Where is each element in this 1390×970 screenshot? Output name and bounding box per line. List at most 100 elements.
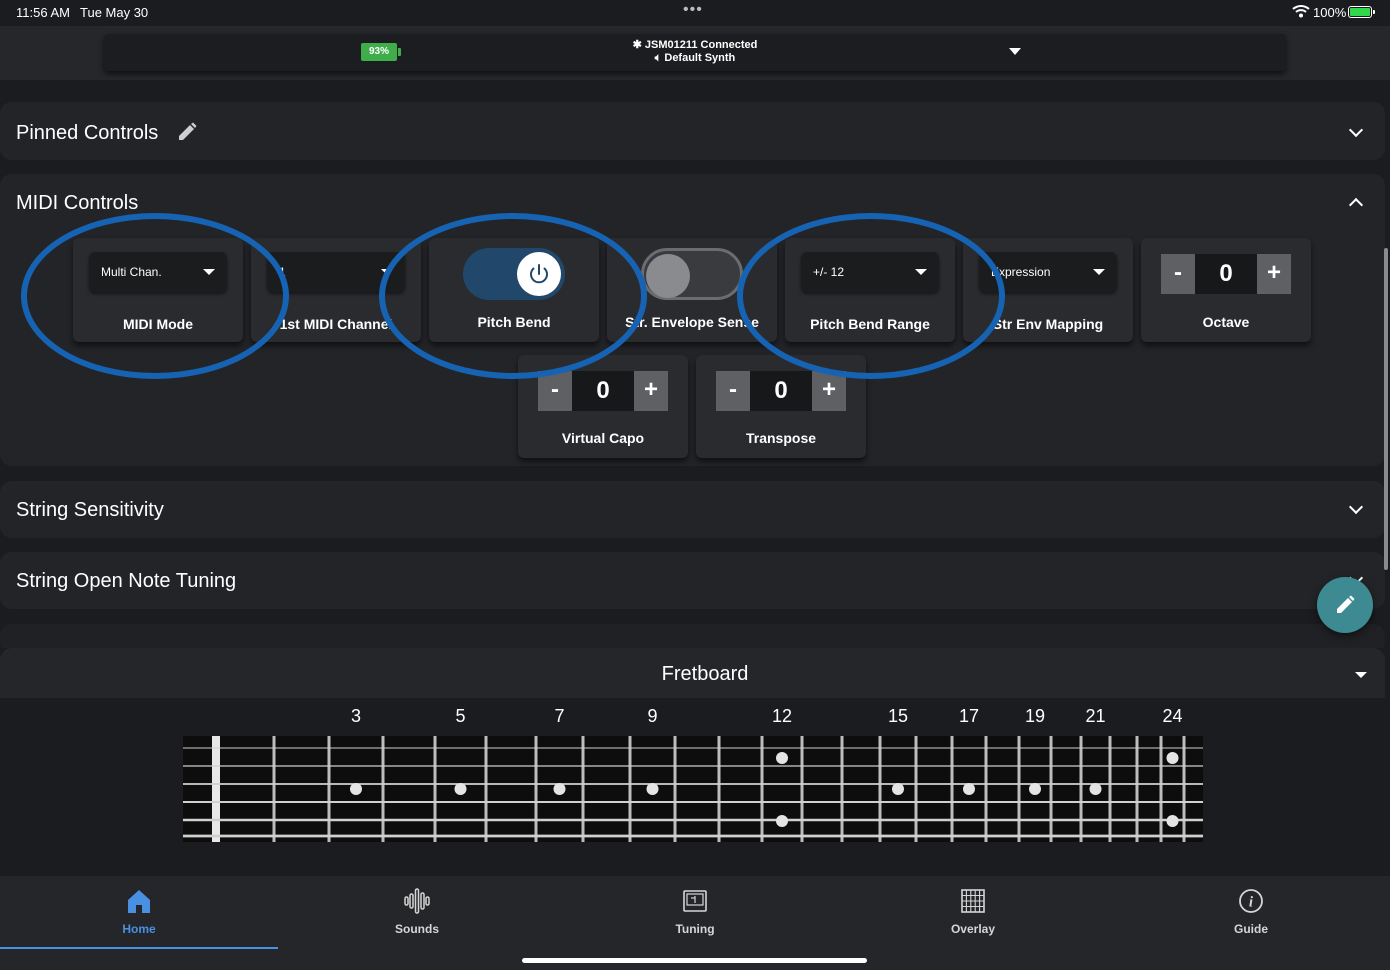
pinned-controls-section[interactable]: Pinned Controls: [0, 102, 1385, 160]
transpose-plus-button[interactable]: +: [812, 371, 846, 411]
chevron-up-icon[interactable]: [1348, 197, 1364, 213]
first-midi-channel-label: 1st MIDI Channel: [279, 316, 393, 332]
fret-marker-dot: [646, 783, 659, 795]
caret-down-icon[interactable]: [1009, 48, 1021, 55]
fret-marker-dot: [1166, 752, 1179, 764]
edit-fab-button[interactable]: [1317, 577, 1373, 633]
fret-marker-dot: [553, 783, 566, 795]
fretboard-panel: Fretboard 3 5 7 9 12 15 17 19 21 24: [0, 648, 1385, 876]
fret-marker-dot: [454, 783, 467, 795]
info-icon: i: [1239, 889, 1263, 913]
envelope-sense-card: Str. Envelope Sense: [607, 238, 777, 342]
virtual-capo-minus-button[interactable]: -: [538, 371, 572, 411]
pencil-icon: [1337, 595, 1355, 613]
battery-icon: [1348, 6, 1375, 18]
open-note-tuning-section[interactable]: String Open Note Tuning: [0, 552, 1385, 609]
pitch-bend-range-card: +/- 12 Pitch Bend Range: [785, 238, 955, 342]
fret-marker-dot: [1166, 815, 1179, 827]
grid-icon: [961, 889, 985, 913]
envelope-sense-label: Str. Envelope Sense: [625, 314, 759, 330]
virtual-capo-stepper: - 0 +: [538, 371, 668, 411]
status-time: 11:56 AM: [16, 5, 70, 20]
chevron-down-icon[interactable]: [1348, 499, 1364, 515]
fret-number-label: 12: [772, 706, 792, 726]
str-env-mapping-label: Str Env Mapping: [992, 316, 1104, 332]
synth-name: 🔈︎ Default Synth: [654, 52, 736, 64]
fret-wire: [1079, 736, 1083, 842]
transpose-minus-button[interactable]: -: [716, 371, 750, 411]
nav-tuning[interactable]: Tuning: [556, 876, 834, 950]
nav-sounds[interactable]: Sounds: [278, 876, 556, 950]
nav-home[interactable]: Home: [0, 876, 278, 950]
fret-wire: [327, 736, 331, 842]
fretboard[interactable]: 3 5 7 9 12 15 17 19 21 24: [0, 698, 1385, 876]
fret-number-label: 5: [455, 706, 465, 726]
fretboard-header[interactable]: Fretboard: [0, 648, 1385, 698]
envelope-sense-toggle[interactable]: [641, 248, 743, 300]
fret-marker-dot: [350, 783, 362, 795]
multitask-dots-icon[interactable]: •••: [683, 1, 703, 19]
bottom-nav: Home Sounds Tuning Overlay i Guide: [0, 876, 1390, 970]
fret-wire: [484, 736, 488, 842]
octave-value: 0: [1195, 254, 1257, 294]
first-midi-channel-dropdown[interactable]: 1: [267, 252, 405, 292]
pitch-bend-range-label: Pitch Bend Range: [810, 316, 930, 332]
bluetooth-icon: ✱: [632, 39, 642, 51]
fret-marker-dot: [1089, 783, 1102, 795]
caret-down-icon: [1093, 269, 1105, 275]
fretboard-title: Fretboard: [661, 663, 749, 685]
virtual-capo-label: Virtual Capo: [561, 430, 645, 446]
fret-wire: [1017, 736, 1021, 842]
fret-wire: [984, 736, 988, 842]
fret-wire: [760, 736, 764, 842]
string-sensitivity-section[interactable]: String Sensitivity: [0, 481, 1385, 538]
fret-number-label: 24: [1162, 706, 1182, 726]
caret-down-icon[interactable]: [1355, 672, 1367, 678]
pencil-icon[interactable]: [177, 122, 197, 142]
fret-marker-dot: [963, 783, 975, 795]
octave-card: - 0 + Octave: [1141, 238, 1311, 342]
virtual-capo-plus-button[interactable]: +: [634, 371, 668, 411]
section-title: String Sensitivity: [16, 499, 164, 521]
wifi-icon: [1292, 5, 1310, 18]
pitch-bend-label: Pitch Bend: [477, 314, 551, 330]
chevron-down-icon[interactable]: [1348, 122, 1364, 138]
fret-wire: [950, 736, 954, 842]
speaker-icon: 🔈︎: [654, 52, 662, 64]
str-env-mapping-dropdown[interactable]: Expression: [979, 252, 1117, 292]
section-title: Pinned Controls: [16, 122, 159, 144]
fret-wire: [1182, 736, 1186, 842]
nav-guide[interactable]: i Guide: [1112, 876, 1390, 950]
first-midi-channel-card: 1 1st MIDI Channel: [251, 238, 421, 342]
octave-minus-button[interactable]: -: [1161, 254, 1195, 294]
midi-mode-dropdown[interactable]: Multi Chan.: [89, 252, 227, 292]
pitch-bend-range-dropdown[interactable]: +/- 12: [801, 252, 939, 292]
octave-plus-button[interactable]: +: [1257, 254, 1291, 294]
fret-wire: [800, 736, 804, 842]
scrollbar[interactable]: [1384, 248, 1388, 570]
active-tab-indicator: [0, 947, 278, 949]
home-indicator[interactable]: [522, 958, 867, 963]
fret-wire: [381, 736, 385, 842]
fret-wire: [1159, 736, 1163, 842]
fret-wire: [581, 736, 585, 842]
status-battery-percent: 100%: [1313, 5, 1347, 20]
device-selector[interactable]: 93% ✱ JSM01211 Connected 🔈︎ Default Synt…: [104, 34, 1286, 71]
app-header: 93% ✱ JSM01211 Connected 🔈︎ Default Synt…: [0, 26, 1390, 80]
transpose-card: - 0 + Transpose: [696, 355, 866, 458]
pitch-bend-toggle[interactable]: [463, 248, 565, 300]
fret-wire: [673, 736, 677, 842]
fret-wire: [717, 736, 721, 842]
fret-wire: [534, 736, 538, 842]
transpose-value: 0: [750, 371, 812, 411]
octave-label: Octave: [1202, 314, 1250, 330]
section-title: String Open Note Tuning: [16, 570, 237, 592]
home-icon: [128, 890, 150, 913]
fret-marker-dot: [892, 783, 904, 795]
fret-wire: [1135, 736, 1139, 842]
fret-wire: [628, 736, 632, 842]
fret-number-label: 19: [1025, 706, 1045, 726]
nav-overlay[interactable]: Overlay: [834, 876, 1112, 950]
fret-marker-dot: [1029, 783, 1041, 795]
fret-number-label: 21: [1085, 706, 1105, 726]
